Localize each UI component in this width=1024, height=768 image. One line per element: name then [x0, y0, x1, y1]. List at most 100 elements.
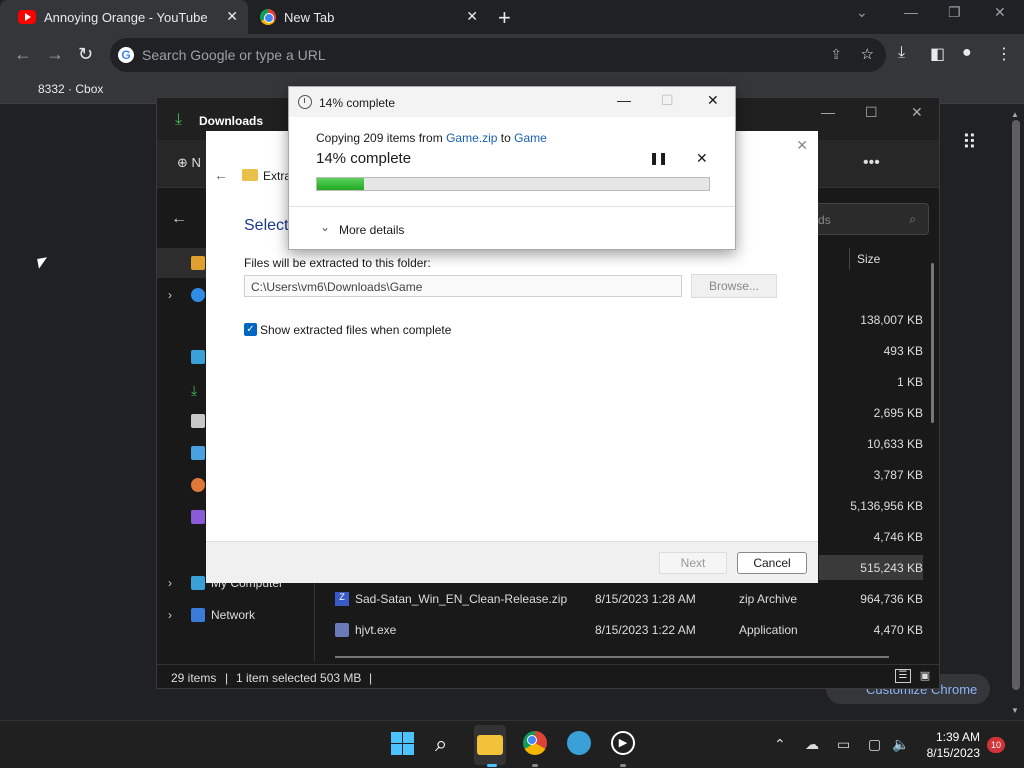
new-button[interactable]: ⊕ N	[177, 155, 201, 171]
share-icon[interactable]: ⇪	[830, 46, 842, 63]
tab-youtube[interactable]: Annoying Orange - YouTube ✕	[0, 0, 248, 34]
zip-folder-icon	[242, 169, 258, 181]
browser-tab-strip: Annoying Orange - YouTube ✕ New Tab ✕ + …	[0, 0, 1024, 34]
tab-new-tab[interactable]: New Tab ✕	[248, 0, 488, 34]
back-icon[interactable]: ←	[171, 210, 187, 228]
size-cell: 138,007 KB	[860, 313, 923, 327]
bookmark-star-icon[interactable]: ☆	[861, 45, 874, 63]
start-logo-pane	[391, 744, 402, 755]
size-cell: 4,746 KB	[873, 530, 923, 544]
dialog-title: Extra	[263, 169, 292, 183]
back-icon[interactable]: ←	[14, 44, 32, 65]
download-icon[interactable]: ⤓	[898, 44, 905, 62]
size-cell: 10,633 KB	[866, 437, 923, 451]
page-scrollbar[interactable]	[1012, 120, 1020, 690]
minimize-icon[interactable]: —	[904, 4, 918, 20]
onedrive-icon	[191, 288, 205, 302]
address-bar[interactable]: G Search Google or type a URL ⇪ ☆	[110, 38, 886, 72]
paint-icon[interactable]	[567, 731, 591, 755]
pause-icon[interactable]: ❚❚	[649, 151, 668, 165]
sidebar-item-network[interactable]: Network	[211, 608, 255, 622]
apps-grid-icon[interactable]: ⠿	[962, 130, 977, 155]
explorer-tab-title[interactable]: Downloads	[199, 114, 263, 128]
running-indicator	[620, 764, 626, 767]
documents-icon	[191, 414, 205, 428]
horizontal-scrollbar[interactable]	[335, 656, 889, 658]
search-input[interactable]: ds ⌕	[807, 203, 929, 235]
column-header-size[interactable]: Size	[857, 252, 880, 266]
file-size: 4,470 KB	[873, 623, 923, 637]
back-arrow-icon[interactable]: ←	[214, 167, 228, 183]
dialog-footer: Next Cancel	[206, 541, 818, 583]
scroll-up-icon[interactable]: ▲	[1011, 110, 1019, 119]
browse-button[interactable]: Browse...	[691, 274, 777, 298]
close-icon[interactable]: ✕	[796, 137, 808, 154]
notification-badge[interactable]: 10	[987, 737, 1005, 753]
start-button[interactable]	[390, 731, 416, 757]
close-tab-icon[interactable]: ✕	[466, 8, 478, 25]
file-type: zip Archive	[739, 592, 798, 606]
chrome-icon[interactable]	[523, 731, 547, 755]
show-files-checkbox[interactable]: ✓	[244, 323, 257, 336]
reload-icon[interactable]: ↻	[78, 44, 93, 65]
forward-icon[interactable]: →	[46, 44, 64, 65]
column-divider	[849, 248, 850, 270]
chevron-down-icon[interactable]: ⌄	[320, 220, 330, 234]
close-icon[interactable]: ✕	[707, 92, 719, 109]
more-details-toggle[interactable]: More details	[339, 223, 404, 237]
tab-search-icon[interactable]: ⌄	[856, 4, 868, 21]
selection-info: 1 item selected 503 MB	[236, 671, 362, 685]
copy-to-word: to	[497, 131, 515, 145]
search-icon: ⌕	[909, 212, 916, 226]
scroll-down-icon[interactable]: ▼	[1011, 706, 1019, 715]
restore-icon[interactable]: ❐	[948, 4, 961, 21]
downloads-icon: ⤓	[191, 382, 198, 398]
close-icon[interactable]: ✕	[911, 104, 923, 121]
youtube-icon	[18, 10, 36, 24]
clock-date[interactable]: 8/15/2023	[927, 746, 980, 760]
clock-icon	[298, 95, 312, 109]
minimize-icon[interactable]: —	[821, 104, 835, 120]
menu-icon[interactable]: ⋮	[996, 44, 1012, 64]
more-options-icon[interactable]: •••	[863, 154, 880, 172]
file-explorer-icon[interactable]	[477, 735, 503, 755]
onedrive-tray-icon[interactable]: ☁	[805, 736, 819, 753]
clock-time[interactable]: 1:39 AM	[936, 730, 980, 744]
dialog-title: 14% complete	[319, 96, 396, 110]
profile-icon[interactable]: ●	[962, 44, 972, 62]
chevron-right-icon[interactable]: ›	[168, 288, 172, 302]
close-tab-icon[interactable]: ✕	[226, 8, 238, 25]
volume-icon[interactable]: 🔈	[892, 736, 909, 753]
media-player-icon[interactable]: ▶	[611, 731, 635, 755]
computer-icon	[191, 576, 205, 590]
cancel-button[interactable]: Cancel	[737, 552, 807, 574]
destination-link[interactable]: Game	[514, 131, 547, 145]
tiles-view-icon[interactable]: ▣	[917, 669, 933, 683]
next-button[interactable]: Next	[659, 552, 727, 574]
file-name: hjvt.exe	[355, 623, 397, 637]
new-label: N	[191, 155, 201, 170]
chevron-up-icon[interactable]: ⌃	[774, 736, 786, 753]
side-panel-icon[interactable]: ◧	[930, 44, 945, 64]
file-size: 964,736 KB	[860, 592, 923, 606]
minimize-icon[interactable]: —	[617, 92, 631, 108]
network-icon[interactable]: ▢	[868, 736, 881, 753]
network-icon	[191, 608, 205, 622]
copy-description: Copying 209 items from Game.zip to Game	[316, 131, 547, 145]
progress-percent-text: 14% complete	[316, 150, 412, 167]
cancel-icon[interactable]: ✕	[696, 150, 708, 167]
divider	[289, 206, 735, 207]
search-icon[interactable]: ⌕	[435, 731, 461, 757]
vertical-scrollbar[interactable]	[931, 263, 934, 423]
details-view-icon[interactable]: ☰	[895, 669, 911, 683]
chevron-right-icon[interactable]: ›	[168, 576, 172, 590]
new-tab-button[interactable]: +	[498, 5, 511, 31]
close-window-icon[interactable]: ✕	[994, 4, 1006, 21]
source-link[interactable]: Game.zip	[446, 131, 497, 145]
bookmark-item[interactable]: 8332 · Cbox	[38, 82, 103, 96]
chevron-right-icon[interactable]: ›	[168, 608, 172, 622]
home-icon	[191, 256, 205, 270]
destination-path-input[interactable]: C:\Users\vm6\Downloads\Game	[244, 275, 682, 297]
storage-icon[interactable]: ▭	[837, 736, 850, 753]
maximize-icon[interactable]: ☐	[865, 104, 878, 121]
